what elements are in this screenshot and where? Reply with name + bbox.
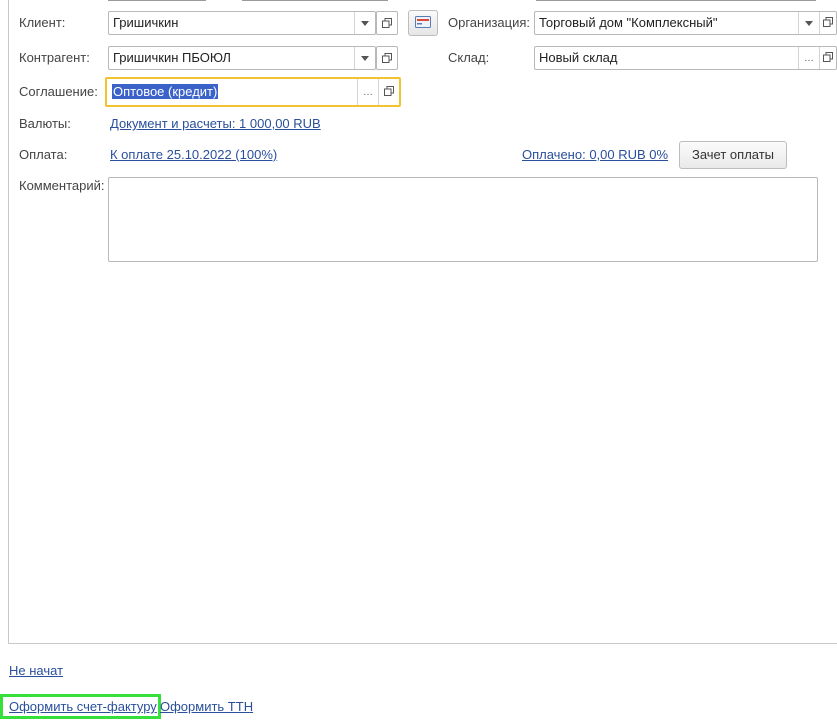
open-form-icon [382, 51, 392, 66]
client-card-icon [415, 15, 431, 31]
ellipsis-icon[interactable]: … [798, 47, 819, 69]
client-label: Клиент: [19, 15, 66, 30]
warehouse-value[interactable]: Новый склад [535, 47, 798, 69]
ellipsis-icon[interactable]: … [357, 79, 378, 105]
client-value[interactable]: Гришичкин [109, 12, 354, 34]
create-invoice-link[interactable]: Оформить счет-фактуру [9, 697, 157, 717]
client-card-button[interactable] [408, 10, 438, 36]
agreement-open-button[interactable] [378, 79, 399, 105]
warehouse-field[interactable]: Новый склад … [534, 46, 837, 70]
comment-textarea[interactable] [108, 177, 818, 262]
comment-label: Комментарий: [19, 178, 105, 193]
organization-value[interactable]: Торговый дом "Комплексный" [535, 12, 798, 34]
agreement-input[interactable]: Оптовое (кредит) [107, 79, 357, 105]
client-field[interactable]: Гришичкин [108, 11, 376, 35]
document-form: Клиент: Гришичкин Организация: Торговый … [0, 0, 837, 723]
currencies-label: Валюты: [19, 116, 71, 131]
agreement-label: Соглашение: [19, 84, 98, 99]
open-form-icon [382, 16, 392, 31]
organization-field[interactable]: Торговый дом "Комплексный" [534, 11, 837, 35]
warehouse-open-button[interactable] [819, 47, 836, 69]
client-open-button[interactable] [376, 11, 398, 35]
top-divider [108, 0, 206, 1]
organization-label: Организация: [448, 15, 531, 30]
paid-link[interactable]: Оплачено: 0,00 RUB 0% [522, 145, 668, 165]
agreement-value[interactable]: Оптовое (кредит) [112, 84, 219, 99]
chevron-down-icon[interactable] [354, 47, 375, 69]
currencies-link[interactable]: Документ и расчеты: 1 000,00 RUB [110, 114, 321, 134]
chevron-down-icon[interactable] [354, 12, 375, 34]
open-form-icon [823, 16, 833, 30]
offset-payment-button[interactable]: Зачет оплаты [679, 141, 787, 169]
warehouse-label: Склад: [448, 50, 490, 65]
contractor-label: Контрагент: [19, 50, 90, 65]
open-form-icon [384, 85, 394, 99]
payment-link[interactable]: К оплате 25.10.2022 (100%) [110, 145, 277, 165]
contractor-field[interactable]: Гришичкин ПБОЮЛ [108, 46, 376, 70]
top-divider [536, 0, 816, 1]
agreement-field[interactable]: Оптовое (кредит) … [105, 77, 401, 107]
contractor-open-button[interactable] [376, 46, 398, 70]
organization-open-button[interactable] [819, 12, 836, 34]
status-link[interactable]: Не начат [9, 661, 63, 681]
contractor-value[interactable]: Гришичкин ПБОЮЛ [109, 47, 354, 69]
top-divider [242, 0, 388, 1]
chevron-down-icon[interactable] [798, 12, 819, 34]
create-ttn-link[interactable]: Оформить ТТН [160, 697, 253, 717]
payment-label: Оплата: [19, 147, 68, 162]
open-form-icon [823, 51, 833, 65]
